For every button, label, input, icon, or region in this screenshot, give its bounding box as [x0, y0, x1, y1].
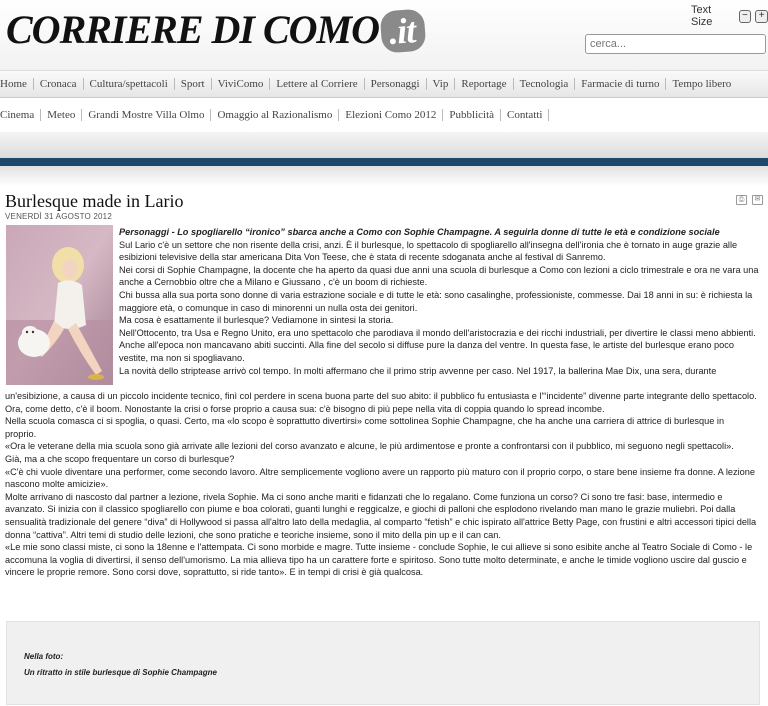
nav-item-contatti[interactable]: Contatti — [501, 109, 550, 121]
caption-label: Nella foto: — [24, 652, 64, 661]
nav-item-reportage[interactable]: Reportage — [455, 78, 514, 90]
article-paragraph: Molte arrivano di nascosto dal partner a… — [5, 491, 757, 540]
header-divider-accent — [0, 158, 768, 166]
nav-item-vip[interactable]: Vip — [427, 78, 456, 90]
article-date: VENERDÌ 31 AGOSTO 2012 — [5, 212, 112, 221]
nav-item-elezioni[interactable]: Elezioni Como 2012 — [339, 109, 444, 121]
nav-item-sport[interactable]: Sport — [175, 78, 212, 90]
header-divider-shadow — [0, 166, 768, 186]
nav-item-home[interactable]: Home — [0, 78, 34, 90]
caption-text: Un ritratto in stile burlesque di Sophie… — [24, 668, 217, 677]
nav-item-personaggi[interactable]: Personaggi — [365, 78, 427, 90]
secondary-nav: Cinema Meteo Grandi Mostre Villa Olmo Om… — [0, 104, 768, 126]
print-icon[interactable]: ⎙ — [736, 195, 747, 205]
article-paragraph: Chi bussa alla sua porta sono donne di v… — [119, 289, 753, 313]
photo-caption-box: Nella foto: Un ritratto in stile burlesq… — [6, 621, 760, 705]
nav-item-cultura-spettacoli[interactable]: Cultura/spettacoli — [84, 78, 175, 90]
nav-item-cronaca[interactable]: Cronaca — [34, 78, 84, 90]
article-title: Burlesque made in Lario — [5, 191, 184, 211]
text-size-decrease-button[interactable]: − — [738, 9, 752, 23]
article-paragraph: Ma cosa è esattamente il burlesque? Vedi… — [119, 315, 394, 326]
nav-item-tempo-libero[interactable]: Tempo libero — [666, 78, 737, 90]
logo-main-text: CORRIERE DI COMO — [6, 7, 380, 52]
nav-item-grandi-mostre[interactable]: Grandi Mostre Villa Olmo — [82, 109, 212, 121]
article-paragraph: Nei corsi di Sophie Champagne, la docent… — [119, 264, 759, 288]
article-body-full: un'esibizione, a causa di un piccolo inc… — [5, 390, 757, 579]
nav-item-farmacie[interactable]: Farmacie di turno — [575, 78, 667, 90]
article-paragraph: un'esibizione, a causa di un piccolo inc… — [5, 391, 757, 401]
nav-item-razionalismo[interactable]: Omaggio al Razionalismo — [211, 109, 340, 121]
nav-item-lettere[interactable]: Lettere al Corriere — [270, 78, 365, 90]
text-size-label: Text Size — [691, 4, 713, 28]
nav-item-meteo[interactable]: Meteo — [41, 109, 83, 121]
nav-item-cinema[interactable]: Cinema — [0, 109, 42, 121]
nav-item-vivicomo[interactable]: ViviComo — [212, 78, 271, 90]
article-lead: Personaggi - Lo spogliarello “ironico” s… — [119, 227, 720, 237]
header-divider-light — [0, 132, 768, 158]
article-tools: ⎙ ✉ — [736, 195, 763, 205]
site-header: CORRIERE DI COMO .it Text Size − + — [0, 0, 768, 70]
article-paragraph: Anche all'epoca non mancavano abiti succ… — [119, 340, 734, 363]
text-size-increase-button[interactable]: + — [755, 9, 768, 23]
article-paragraph: Ora, come detto, c'è il boom. Nonostante… — [5, 403, 605, 414]
article-paragraph: Nella scuola comasca ci si spoglia, o qu… — [5, 416, 725, 439]
text-size-control: Text Size − + — [691, 4, 768, 28]
article-photo — [6, 225, 113, 385]
search-input[interactable] — [585, 34, 766, 54]
logo-suffix: .it — [379, 8, 427, 54]
article-paragraph: Sul Lario c'è un settore che non risente… — [119, 239, 738, 263]
article-paragraph: «Ora le veterane della mia scuola sono g… — [5, 441, 734, 452]
nav-item-pubblicita[interactable]: Pubblicità — [443, 109, 502, 121]
article-paragraph: Già, ma a che scopo frequentare un corso… — [5, 453, 235, 464]
article-paragraph: «C'è chi vuole diventare una performer, … — [5, 466, 755, 490]
primary-nav: Home Cronaca Cultura/spettacoli Sport Vi… — [0, 70, 768, 98]
article-paragraph: «Le mie sono classi miste, ci sono la 18… — [5, 542, 753, 578]
article-paragraph: La novità dello striptease arrivò col te… — [119, 365, 717, 376]
article-body: Personaggi - Lo spogliarello “ironico” s… — [119, 226, 761, 377]
nav-item-tecnologia[interactable]: Tecnologia — [514, 78, 576, 90]
site-logo[interactable]: CORRIERE DI COMO .it — [6, 6, 427, 54]
email-icon[interactable]: ✉ — [752, 195, 763, 205]
article-paragraph: Nell'Ottocento, tra Usa e Regno Unito, e… — [119, 327, 756, 338]
